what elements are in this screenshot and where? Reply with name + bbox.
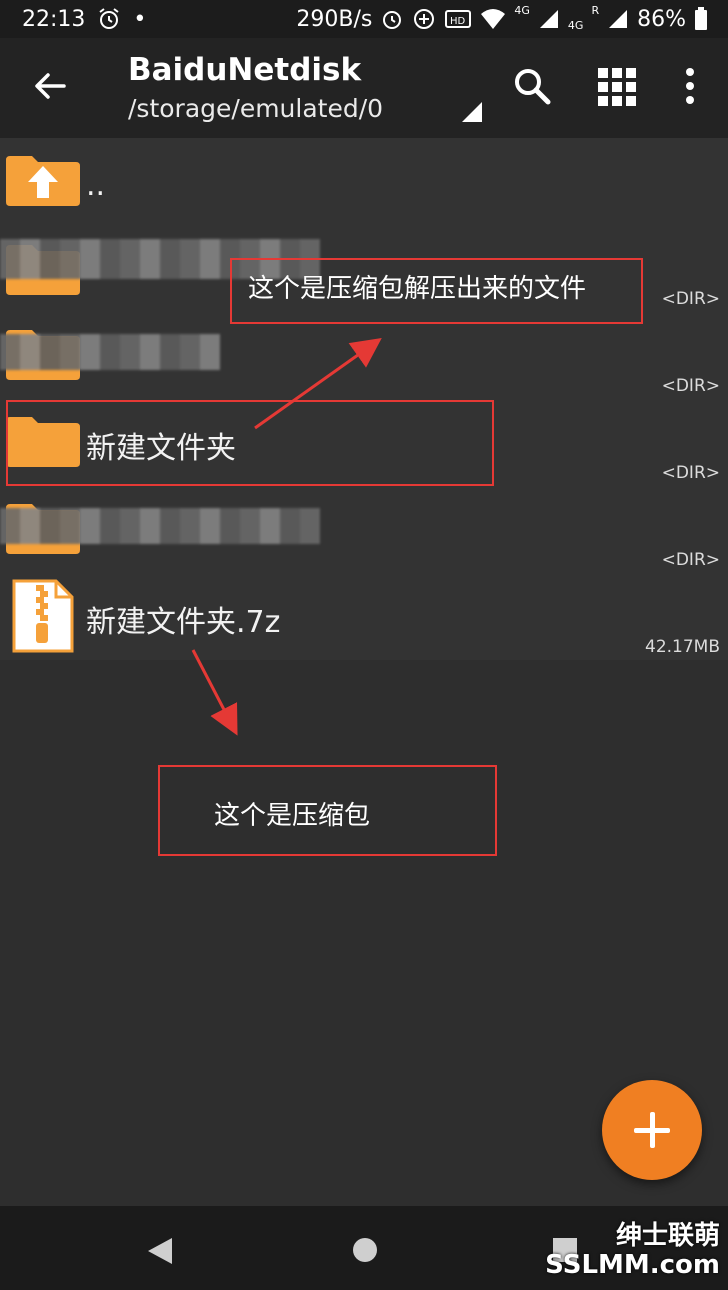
wifi-icon bbox=[481, 9, 506, 29]
hd-icon: HD bbox=[445, 10, 472, 28]
redacted-name bbox=[0, 508, 320, 544]
network-speed: 290B/s bbox=[296, 6, 373, 32]
battery-icon bbox=[695, 7, 707, 30]
path-dropdown-icon[interactable] bbox=[462, 102, 482, 122]
annotation-box-folder bbox=[6, 400, 494, 486]
file-meta: 42.17MB bbox=[645, 637, 720, 657]
list-item-parent[interactable]: .. bbox=[0, 138, 728, 225]
list-item[interactable]: <DIR> bbox=[0, 486, 728, 573]
battery-percent: 86% bbox=[637, 6, 686, 32]
watermark: 绅士联萌 SSLMM.com bbox=[545, 1222, 720, 1279]
annotation-text-extracted: 这个是压缩包解压出来的文件 bbox=[248, 274, 587, 304]
signal-icon bbox=[539, 10, 558, 28]
add-button[interactable] bbox=[602, 1080, 702, 1180]
notification-dot: • bbox=[133, 6, 147, 32]
file-meta: <DIR> bbox=[661, 550, 720, 570]
list-item[interactable]: <DIR> bbox=[0, 312, 728, 399]
data-saver-icon bbox=[414, 9, 435, 29]
nav-home-icon[interactable] bbox=[352, 1237, 378, 1263]
alarm-icon bbox=[99, 8, 120, 29]
back-arrow-icon[interactable] bbox=[30, 66, 70, 106]
nav-back-icon[interactable] bbox=[146, 1236, 174, 1266]
watermark-line1: 绅士联萌 bbox=[615, 1221, 720, 1251]
file-meta: <DIR> bbox=[661, 463, 720, 483]
current-path[interactable]: /storage/emulated/0 bbox=[128, 94, 383, 123]
signal-type-2: 4G bbox=[567, 18, 584, 32]
watermark-line2: SSLMM.com bbox=[545, 1249, 720, 1280]
file-list: .. <DIR> <DIR> 新建文件夹 <DIR> <DIR> 新建文件夹.7… bbox=[0, 138, 728, 660]
grid-view-icon[interactable] bbox=[598, 68, 636, 106]
roaming-indicator: R bbox=[591, 3, 600, 17]
more-options-icon[interactable] bbox=[680, 66, 700, 106]
arrow-to-archive-label bbox=[191, 649, 238, 736]
signal-type-1: 4G bbox=[514, 3, 530, 17]
file-meta: <DIR> bbox=[661, 289, 720, 309]
list-item-archive[interactable]: 新建文件夹.7z 42.17MB bbox=[0, 573, 728, 660]
file-meta: <DIR> bbox=[661, 376, 720, 396]
status-bar: 22:13 • 290B/s HD 4G 4G R 86% bbox=[0, 0, 728, 38]
redacted-name bbox=[0, 334, 220, 370]
svg-text:HD: HD bbox=[450, 16, 466, 27]
annotation-text-archive: 这个是压缩包 bbox=[214, 801, 371, 831]
folder-up-icon bbox=[6, 156, 80, 206]
file-name: .. bbox=[86, 168, 106, 203]
alarm-icon bbox=[383, 11, 402, 29]
app-title: BaiduNetdisk bbox=[128, 52, 362, 88]
app-toolbar: BaiduNetdisk /storage/emulated/0 bbox=[0, 38, 728, 138]
file-name: 新建文件夹.7z bbox=[86, 605, 281, 640]
signal-icon bbox=[609, 10, 628, 28]
search-icon[interactable] bbox=[512, 66, 552, 106]
clock: 22:13 bbox=[22, 6, 86, 32]
archive-file-icon bbox=[12, 579, 74, 653]
